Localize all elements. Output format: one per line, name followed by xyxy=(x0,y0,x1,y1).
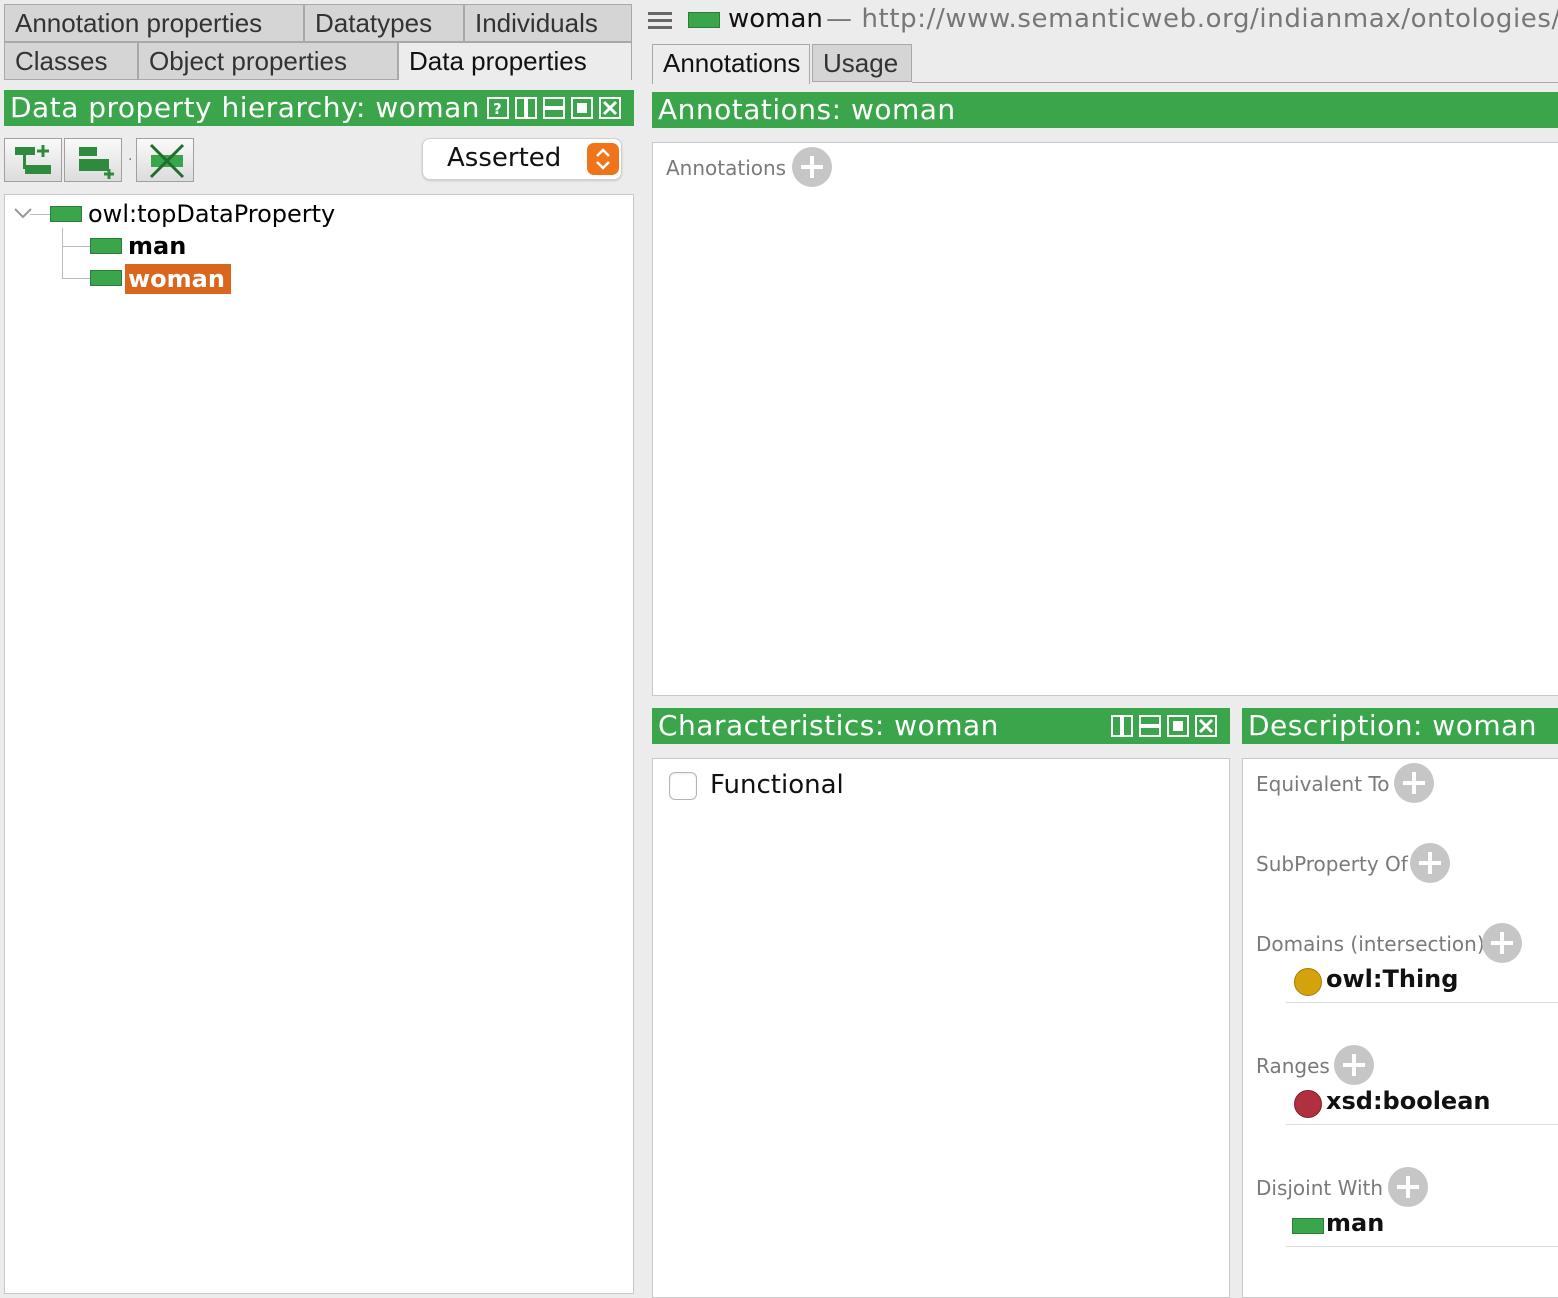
tree-node-man[interactable]: man xyxy=(128,232,186,260)
class-icon xyxy=(1294,968,1322,996)
annotations-panel xyxy=(652,142,1558,696)
description-view-title: Description: woman xyxy=(1248,709,1538,742)
characteristics-view-title: Characteristics: woman xyxy=(658,709,999,742)
domain-item[interactable]: owl:Thing xyxy=(1326,965,1458,993)
tab-usage[interactable]: Usage xyxy=(812,44,912,82)
close-view-icon[interactable] xyxy=(1195,715,1217,737)
entity-name: woman xyxy=(728,4,823,34)
entity-iri: — http://www.semanticweb.org/indianmax/o… xyxy=(826,4,1558,34)
hierarchy-mode-value: Asserted xyxy=(447,143,562,173)
add-sibling-property-button[interactable] xyxy=(64,138,122,182)
domains-label: Domains (intersection) xyxy=(1256,932,1485,956)
delete-property-button[interactable] xyxy=(136,138,194,182)
range-item[interactable]: xsd:boolean xyxy=(1326,1087,1490,1115)
split-horizontal-icon[interactable] xyxy=(543,97,565,119)
split-vertical-icon[interactable] xyxy=(1111,715,1133,737)
functional-label: Functional xyxy=(710,770,844,800)
add-disjoint-icon[interactable] xyxy=(1388,1167,1428,1207)
add-domain-icon[interactable] xyxy=(1482,923,1522,963)
tree-line xyxy=(30,214,50,215)
data-property-icon xyxy=(688,12,720,28)
data-property-icon xyxy=(50,206,82,222)
tree-node-woman-selected[interactable]: woman xyxy=(125,264,231,294)
hierarchy-view-title: Data property hierarchy: woman xyxy=(10,91,481,124)
toolbar-separator: · xyxy=(128,152,133,168)
data-property-icon xyxy=(90,238,122,254)
datatype-icon xyxy=(1294,1090,1322,1118)
description-view-header: Description: woman xyxy=(1242,708,1558,744)
add-annotation-icon[interactable] xyxy=(792,147,832,187)
add-sub-property-icon xyxy=(15,145,51,174)
tab-object-properties[interactable]: Object properties xyxy=(138,42,398,80)
data-property-icon xyxy=(1292,1218,1324,1234)
split-vertical-icon[interactable] xyxy=(515,97,537,119)
annotations-section-label: Annotations xyxy=(666,156,787,180)
tab-datatypes[interactable]: Datatypes xyxy=(304,4,464,42)
split-horizontal-icon[interactable] xyxy=(1139,715,1161,737)
maximize-icon[interactable] xyxy=(571,97,593,119)
hierarchy-view-header: Data property hierarchy: woman xyxy=(4,90,634,126)
chevron-updown-icon xyxy=(587,143,619,175)
row-separator xyxy=(1286,1246,1558,1247)
row-separator xyxy=(1286,1002,1558,1003)
tab-classes[interactable]: Classes xyxy=(4,42,138,80)
hierarchy-tree xyxy=(4,194,634,1294)
subproperty-of-label: SubProperty Of xyxy=(1256,852,1408,876)
maximize-icon[interactable] xyxy=(1167,715,1189,737)
add-range-icon[interactable] xyxy=(1334,1045,1374,1085)
tree-collapse-icon[interactable] xyxy=(12,205,34,225)
characteristics-panel xyxy=(652,758,1230,1298)
equivalent-to-label: Equivalent To xyxy=(1256,772,1390,796)
tree-line xyxy=(62,228,63,278)
add-subproperty-icon[interactable] xyxy=(1410,843,1450,883)
tab-individuals[interactable]: Individuals xyxy=(464,4,632,42)
add-sub-property-button[interactable] xyxy=(4,138,62,182)
hierarchy-mode-select[interactable]: Asserted xyxy=(422,138,622,180)
delete-property-icon xyxy=(149,143,185,179)
add-sibling-property-icon xyxy=(79,147,114,179)
ranges-label: Ranges xyxy=(1256,1054,1330,1078)
split-pane-divider[interactable] xyxy=(636,0,650,1286)
functional-checkbox[interactable] xyxy=(669,772,697,800)
tab-annotation-properties[interactable]: Annotation properties xyxy=(4,4,304,42)
help-icon[interactable]: ? xyxy=(487,97,509,119)
tree-line xyxy=(62,246,90,247)
annotations-view-title: Annotations: woman xyxy=(658,93,956,126)
data-property-icon xyxy=(90,270,122,286)
tree-line xyxy=(62,278,90,279)
tree-node-root[interactable]: owl:topDataProperty xyxy=(88,200,335,228)
add-equivalent-icon[interactable] xyxy=(1394,763,1434,803)
tab-baseline xyxy=(912,82,1558,83)
svg-text:?: ? xyxy=(493,100,502,117)
row-separator xyxy=(1286,1124,1558,1125)
close-view-icon[interactable] xyxy=(599,97,621,119)
menu-icon[interactable] xyxy=(648,10,674,36)
disjoint-item[interactable]: man xyxy=(1326,1209,1384,1237)
disjoint-with-label: Disjoint With xyxy=(1256,1176,1384,1200)
tab-data-properties[interactable]: Data properties xyxy=(398,42,632,80)
tab-annotations[interactable]: Annotations xyxy=(652,44,810,84)
annotations-view-header: Annotations: woman xyxy=(652,92,1558,128)
description-panel xyxy=(1242,758,1558,1298)
